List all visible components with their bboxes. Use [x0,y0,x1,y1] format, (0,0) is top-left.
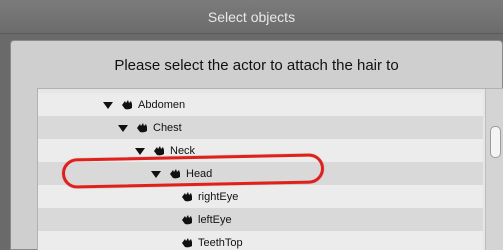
expand-triangle-icon[interactable] [151,170,161,178]
tree-row-chest[interactable]: Chest [38,116,483,139]
tree-item-label: Head [186,168,213,180]
tree-item-label: leftEye [198,214,232,226]
actor-tree-list: Abdomen Chest Neck Head rightEye leftEye… [37,88,503,250]
tree-row-neck[interactable]: Neck [38,139,483,162]
hand-icon [181,238,193,248]
expand-triangle-icon[interactable] [103,101,113,109]
expand-triangle-icon[interactable] [135,147,145,155]
tree-row-lefteye[interactable]: leftEye [38,208,483,231]
hand-icon [181,215,193,225]
title-bar[interactable]: Select objects [0,0,503,34]
hand-icon [153,146,165,156]
hand-icon [169,169,181,179]
hand-icon [136,123,148,133]
vertical-scrollbar[interactable] [485,89,503,250]
hand-icon [181,192,193,202]
scrollbar-thumb[interactable] [490,126,501,158]
hand-icon [121,100,133,110]
dialog-panel: Please select the actor to attach the ha… [10,40,503,250]
tree-row-abdomen[interactable]: Abdomen [38,93,483,116]
instruction-text: Please select the actor to attach the ha… [114,57,399,74]
tree-item-label: Chest [153,122,182,134]
expand-triangle-icon[interactable] [118,124,128,132]
tree-row-head[interactable]: Head [38,162,483,185]
tree-item-label: TeethTop [198,237,243,249]
dialog-title: Select objects [207,9,296,25]
tree-item-label: rightEye [198,191,239,203]
tree-row-righteye[interactable]: rightEye [38,185,483,208]
select-objects-dialog: Select objects Please select the actor t… [0,0,503,250]
tree-item-label: Neck [170,145,196,157]
tree-row-teethtop[interactable]: TeethTop [38,231,483,250]
tree-item-label: Abdomen [138,99,186,111]
